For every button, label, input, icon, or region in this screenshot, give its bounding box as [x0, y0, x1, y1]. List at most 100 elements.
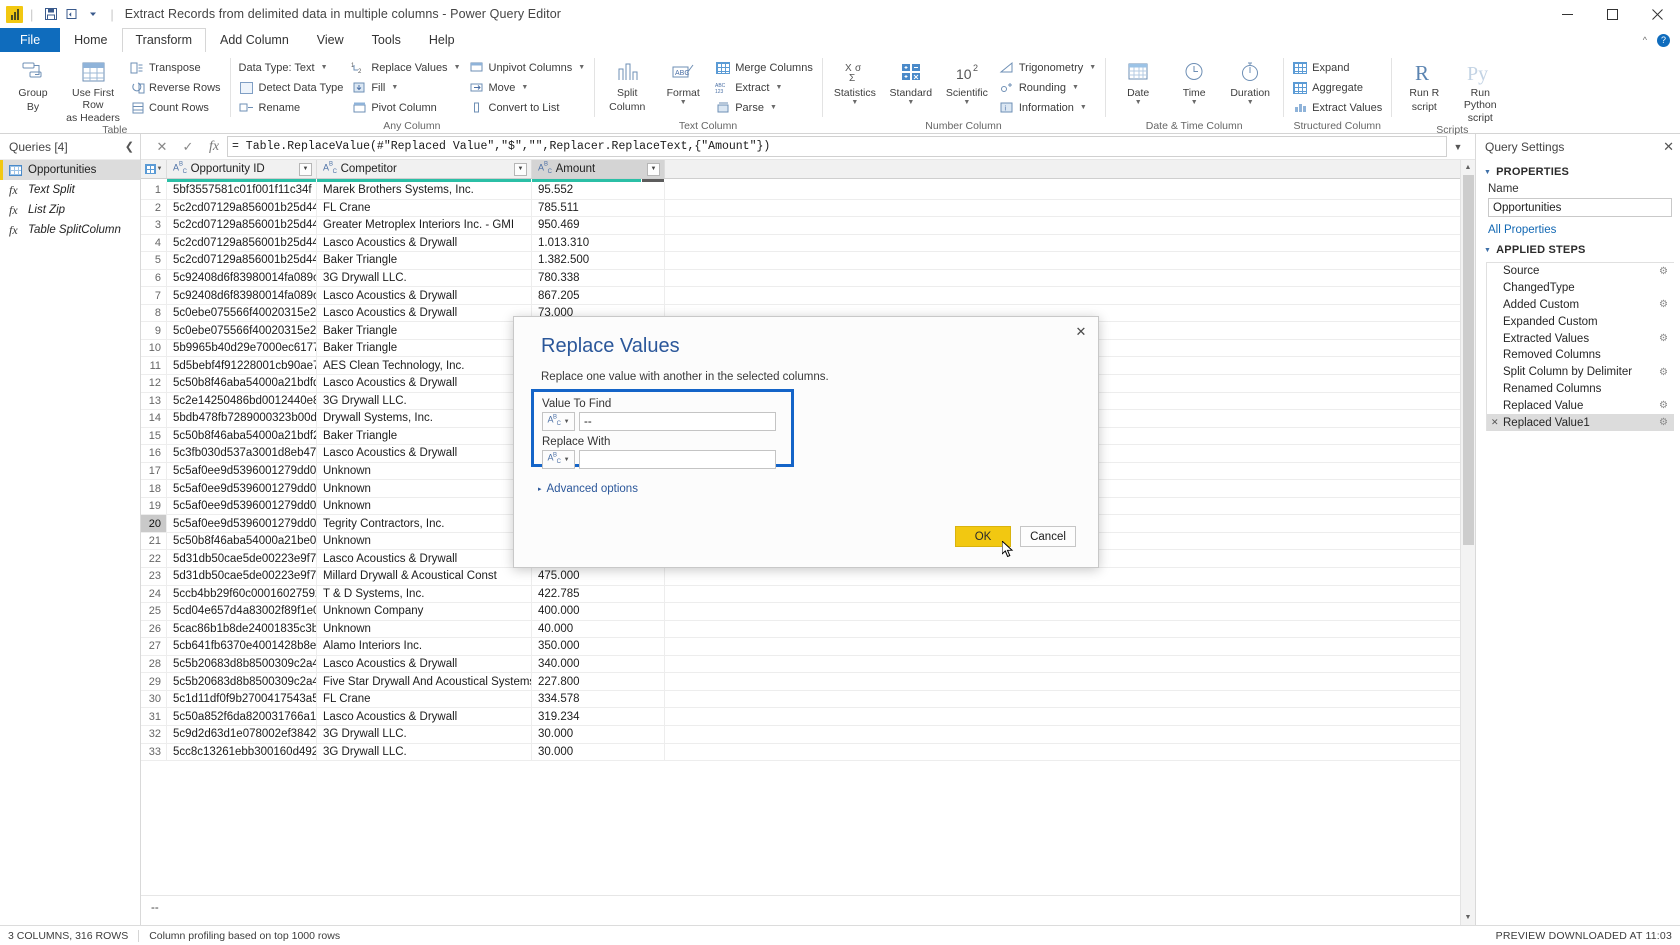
cell-competitor[interactable]: Lasco Acoustics & Drywall: [317, 445, 532, 462]
cell-opportunity-id[interactable]: 5cac86b1b8de24001835c3ba: [167, 620, 317, 638]
applied-step[interactable]: Expanded Custom: [1487, 313, 1674, 330]
help-icon[interactable]: ?: [1657, 33, 1670, 47]
grid-vertical-scrollbar[interactable]: ▲ ▼: [1460, 160, 1475, 925]
gear-icon[interactable]: ⚙: [1659, 333, 1668, 344]
merge-columns-button[interactable]: Merge Columns: [712, 58, 816, 77]
table-row[interactable]: 3 5c2cd07129a856001b25d449 Greater Metropl…: [141, 217, 1460, 235]
cell-competitor[interactable]: Unknown: [317, 620, 532, 638]
rounding-button[interactable]: Rounding ▼: [996, 78, 1099, 97]
cell-amount[interactable]: 400.000: [532, 603, 665, 620]
tab-add-column[interactable]: Add Column: [206, 28, 303, 52]
table-row[interactable]: 1 5bf3557581c01f001f11c34f Marek Brothers …: [141, 182, 1460, 200]
cell-competitor[interactable]: 3G Drywall LLC.: [317, 743, 532, 761]
row-number[interactable]: 6: [141, 269, 167, 287]
cell-opportunity-id[interactable]: 5b9965b40d29e7000ec6177d: [167, 339, 317, 357]
information-button[interactable]: i Information ▼: [996, 98, 1099, 117]
statistics-button[interactable]: XσΣ Statistics ▼: [828, 54, 882, 106]
formula-input[interactable]: = Table.ReplaceValue(#"Replaced Value","…: [227, 136, 1447, 157]
table-row[interactable]: 26 5cac86b1b8de24001835c3ba Unknown 40.000: [141, 620, 1460, 639]
cell-opportunity-id[interactable]: 5c50b8f46aba54000a21be0d: [167, 532, 317, 550]
cell-amount[interactable]: 950.469: [532, 217, 665, 234]
table-row[interactable]: 30 5c1d11df0f9b2700417543a5 FL Crane 334.57…: [141, 690, 1460, 709]
row-number[interactable]: 30: [141, 690, 167, 708]
date-button[interactable]: Date ▼: [1111, 54, 1165, 106]
maximize-icon[interactable]: [1590, 0, 1635, 28]
row-number[interactable]: 7: [141, 287, 167, 304]
cell-opportunity-id[interactable]: 5c5b20683d8b8500309c2a4e: [167, 673, 317, 690]
detect-data-type-button[interactable]: Detect Data Type: [236, 78, 347, 97]
row-number[interactable]: 32: [141, 725, 167, 743]
chevron-down-icon[interactable]: ▼: [391, 84, 398, 91]
chevron-down-icon[interactable]: ▼: [1191, 99, 1198, 106]
table-row[interactable]: 6 5c92408d6f83980014fa089c 3G Drywall LLC.…: [141, 269, 1460, 288]
cancel-button[interactable]: Cancel: [1020, 526, 1076, 547]
cell-opportunity-id[interactable]: 5c50b8f46aba54000a21bdfd: [167, 375, 317, 392]
cell-opportunity-id[interactable]: 5c5af0ee9d5396001279dd0d: [167, 497, 317, 515]
tab-help[interactable]: Help: [415, 28, 469, 52]
cell-opportunity-id[interactable]: 5c0ebe075566f40020315e29: [167, 304, 317, 322]
split-column-button[interactable]: Split Column: [600, 54, 654, 113]
filter-dropdown-icon[interactable]: ▼: [299, 162, 312, 176]
row-number[interactable]: 15: [141, 427, 167, 445]
parse-button[interactable]: Parse ▼: [712, 98, 816, 117]
applied-step[interactable]: Replaced Value ⚙: [1487, 397, 1674, 414]
row-number[interactable]: 25: [141, 603, 167, 620]
cell-amount[interactable]: 30.000: [532, 743, 665, 761]
cell-opportunity-id[interactable]: 5c2cd07129a856001b25d449: [167, 234, 317, 252]
cell-competitor[interactable]: Marek Brothers Systems, Inc.: [317, 182, 532, 199]
applied-step[interactable]: ChangedType: [1487, 280, 1674, 297]
table-row[interactable]: 33 5cc8c13261ebb300160d492f 3G Drywall LLC…: [141, 743, 1460, 762]
cell-competitor[interactable]: Lasco Acoustics & Drywall: [317, 655, 532, 673]
row-number[interactable]: 4: [141, 234, 167, 252]
filter-dropdown-icon[interactable]: ▼: [514, 162, 527, 176]
applied-step[interactable]: Removed Columns: [1487, 347, 1674, 364]
table-row[interactable]: 31 5c50a852f6da820031766a18 Lasco Acoustic…: [141, 708, 1460, 726]
cell-competitor[interactable]: Lasco Acoustics & Drywall: [317, 375, 532, 392]
time-button[interactable]: Time ▼: [1167, 54, 1221, 106]
standard-button[interactable]: Standard ▼: [884, 54, 938, 106]
table-row[interactable]: 7 5c92408d6f83980014fa089c Lasco Acoustics…: [141, 287, 1460, 305]
cell-amount[interactable]: 334.578: [532, 690, 665, 708]
chevron-down-icon[interactable]: ▼: [321, 64, 328, 71]
trigonometry-button[interactable]: Trigonometry ▼: [996, 58, 1099, 77]
chevron-down-icon[interactable]: ▼: [963, 99, 970, 106]
unpivot-columns-button[interactable]: Unpivot Columns ▼: [466, 58, 589, 77]
cell-opportunity-id[interactable]: 5c2e14250486bd0012440e82: [167, 392, 317, 410]
check-icon[interactable]: ✓: [175, 136, 201, 157]
cell-competitor[interactable]: Lasco Acoustics & Drywall: [317, 287, 532, 304]
table-row[interactable]: 4 5c2cd07129a856001b25d449 Lasco Acoustics…: [141, 234, 1460, 253]
close-icon[interactable]: [1635, 0, 1680, 28]
cell-amount[interactable]: 422.785: [532, 585, 665, 603]
cell-amount[interactable]: 350.000: [532, 638, 665, 655]
cell-opportunity-id[interactable]: 5d31db50cae5de00223e9f74: [167, 568, 317, 585]
cell-opportunity-id[interactable]: 5bf3557581c01f001f11c34f: [167, 182, 317, 199]
cell-amount[interactable]: 1.013.310: [532, 234, 665, 252]
cell-competitor[interactable]: AES Clean Technology, Inc.: [317, 357, 532, 375]
table-row[interactable]: 27 5cb641fb6370e4001428b8eb Alamo Interior…: [141, 638, 1460, 656]
cell-competitor[interactable]: Baker Triangle: [317, 339, 532, 357]
cell-amount[interactable]: 340.000: [532, 655, 665, 673]
chevron-down-icon[interactable]: ▼: [851, 99, 858, 106]
query-item-table-splitcolumn[interactable]: fx Table SplitColumn: [0, 220, 140, 240]
ok-button[interactable]: OK: [955, 526, 1011, 547]
row-number[interactable]: 3: [141, 217, 167, 234]
tab-home[interactable]: Home: [60, 28, 121, 52]
use-first-row-as-headers-button[interactable]: Use First Row as Headers: [62, 54, 124, 125]
cancel-icon[interactable]: ✕: [149, 136, 175, 157]
replace-values-button[interactable]: 12 Replace Values ▼: [348, 58, 463, 77]
format-button[interactable]: ABC Format ▼: [656, 54, 710, 106]
query-item-opportunities[interactable]: Opportunities: [0, 160, 140, 180]
duration-button[interactable]: Duration ▼: [1223, 54, 1277, 106]
applied-step[interactable]: ✕ Replaced Value1 ⚙: [1487, 414, 1674, 431]
cell-amount[interactable]: 475.000: [532, 568, 665, 585]
table-row[interactable]: 24 5ccb4bb29f60c00016027592 T & D Systems,…: [141, 585, 1460, 604]
chevron-down-icon[interactable]: ▼: [775, 84, 782, 91]
table-row[interactable]: 25 5cd04e657d4a83002f89f1e0 Unknown Compan…: [141, 603, 1460, 621]
scientific-button[interactable]: 10 2 Scientific ▼: [940, 54, 994, 106]
cell-opportunity-id[interactable]: 5ccb4bb29f60c00016027592: [167, 585, 317, 603]
collapse-queries-chevron-left-icon[interactable]: ❮: [125, 140, 134, 153]
row-number[interactable]: 14: [141, 410, 167, 427]
applied-steps-section-header[interactable]: ▼ APPLIED STEPS: [1476, 238, 1680, 259]
chevron-down-icon[interactable]: ▼: [1080, 104, 1087, 111]
gear-icon[interactable]: ⚙: [1659, 266, 1668, 277]
